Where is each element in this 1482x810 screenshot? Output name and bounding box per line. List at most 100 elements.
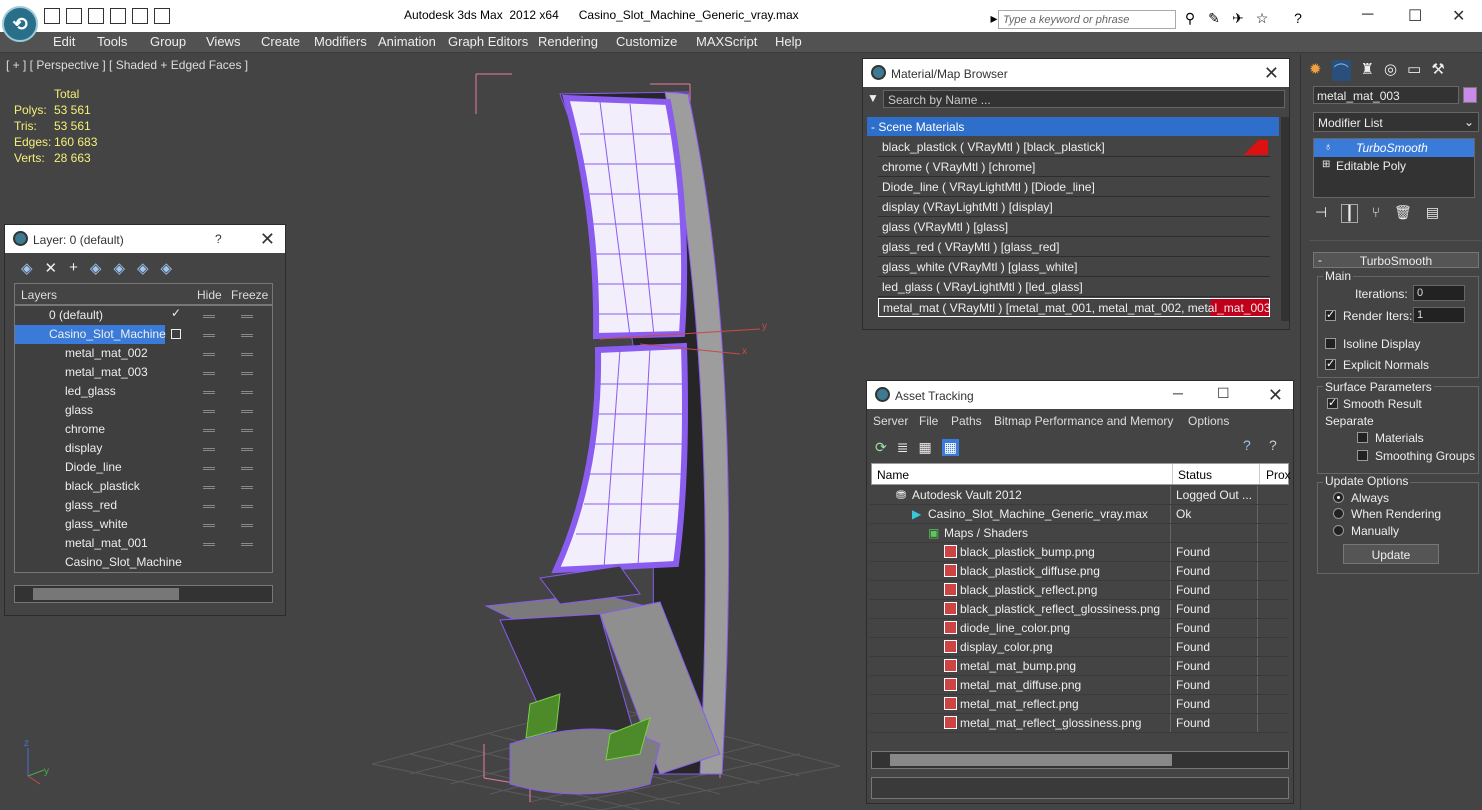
modifier-list-dropdown[interactable]: Modifier List ⌄ (1313, 112, 1479, 132)
menu-customize[interactable]: Customize (616, 34, 677, 49)
favorites-star-icon[interactable]: ☆ (1254, 10, 1270, 26)
project-folder-icon[interactable] (154, 8, 170, 24)
menu-animation[interactable]: Animation (378, 34, 436, 49)
app-logo-icon[interactable]: ⟲ (2, 6, 38, 42)
material-item-selected[interactable]: metal_mat ( VRayMtl ) [metal_mat_001, me… (878, 298, 1270, 317)
col-hide[interactable]: Hide (197, 288, 222, 302)
asset-row[interactable]: black_plastick_reflect_glossiness.png Fou… (870, 600, 1288, 619)
layer-row[interactable]: Casino_Slot_Machine (15, 325, 272, 344)
modify-tab-icon[interactable]: ⌒ (1331, 60, 1351, 81)
active-check-icon[interactable]: ✓ (171, 306, 181, 320)
iterations-spinner[interactable]: 0 (1413, 285, 1465, 301)
tools-icon[interactable]: ✎ (1206, 10, 1222, 26)
asset-menu-options[interactable]: Options (1188, 414, 1229, 428)
layer-row[interactable]: glass_white (15, 515, 272, 534)
isoline-display-checkbox[interactable] (1325, 338, 1336, 349)
asset-row[interactable]: diode_line_color.png Found (870, 619, 1288, 638)
manually-radio[interactable] (1333, 525, 1344, 536)
material-item[interactable]: led_glass ( VRayLightMtl ) [led_glass] (878, 278, 1270, 297)
asset-row[interactable]: metal_mat_reflect.png Found (870, 695, 1288, 714)
maximize-icon[interactable]: ☐ (1408, 6, 1422, 26)
menu-tools[interactable]: Tools (97, 34, 127, 49)
asset-menu-server[interactable]: Server (873, 414, 908, 428)
create-layer-icon[interactable]: ◈ (21, 259, 33, 277)
scene-materials-header[interactable]: - Scene Materials (867, 117, 1279, 136)
menu-views[interactable]: Views (206, 34, 240, 49)
menu-help[interactable]: Help (775, 34, 802, 49)
object-color-swatch[interactable] (1463, 87, 1477, 103)
utilities-tab-icon[interactable]: ⚒ (1431, 60, 1444, 81)
material-item[interactable]: glass_red ( VRayMtl ) [glass_red] (878, 238, 1270, 257)
layer-row[interactable]: Diode_line (15, 458, 272, 477)
render-iters-spinner[interactable]: 1 (1413, 307, 1465, 323)
layer-props-icon[interactable] (171, 329, 181, 339)
asset-menu-file[interactable]: File (919, 414, 938, 428)
help-icon[interactable]: ? (215, 232, 222, 246)
delete-layer-icon[interactable]: ✕ (45, 259, 58, 277)
display-tab-icon[interactable]: ▭ (1407, 60, 1421, 81)
turbosmooth-rollout[interactable]: - TurboSmooth (1313, 252, 1479, 268)
layer-row[interactable]: Casino_Slot_Machine (15, 553, 272, 572)
menu-modifiers[interactable]: Modifiers (314, 34, 367, 49)
material-item[interactable]: glass_white (VRayMtl ) [glass_white] (878, 258, 1270, 277)
open-file-icon[interactable] (66, 8, 82, 24)
update-button[interactable]: Update (1343, 544, 1439, 564)
col-proxy[interactable]: Prox (1266, 468, 1291, 482)
hide-all-icon[interactable]: ◈ (137, 259, 149, 277)
layer-hscrollbar[interactable] (14, 585, 273, 603)
menu-edit[interactable]: Edit (53, 34, 75, 49)
help-icon[interactable]: ? (1290, 10, 1306, 26)
asset-row[interactable]: metal_mat_diffuse.png Found (870, 676, 1288, 695)
show-end-result-icon[interactable]: ┃ (1341, 204, 1358, 223)
expand-plus-icon[interactable]: ⊞ (1322, 159, 1330, 170)
layer-row[interactable]: black_plastick (15, 477, 272, 496)
asset-row[interactable]: ▶ Casino_Slot_Machine_Generic_vray.max Ok (870, 505, 1288, 524)
material-scrollbar[interactable] (1281, 117, 1289, 321)
layer-row[interactable]: metal_mat_002 (15, 344, 272, 363)
save-icon[interactable] (88, 8, 104, 24)
hierarchy-tab-icon[interactable]: ♜ (1361, 60, 1374, 81)
refresh-icon[interactable]: ⟳ (875, 439, 887, 456)
close-icon[interactable]: ✕ (1452, 6, 1465, 26)
pin-stack-icon[interactable]: ⊣ (1315, 204, 1327, 223)
asset-row[interactable]: ▣ Maps / Shaders (870, 524, 1288, 543)
thumbnail-view-icon[interactable]: ▦ (918, 439, 931, 456)
configure-sets-icon[interactable]: ▤ (1426, 204, 1439, 223)
layer-row[interactable]: chrome (15, 420, 272, 439)
asset-menu-paths[interactable]: Paths (951, 414, 982, 428)
close-icon[interactable]: ✕ (1264, 63, 1279, 84)
exchange-icon[interactable]: ✈ (1230, 10, 1246, 26)
close-icon[interactable]: ✕ (260, 229, 275, 250)
create-tab-icon[interactable]: ✹ (1309, 60, 1322, 81)
stack-item-turbosmooth[interactable]: TurboSmooth (1314, 139, 1474, 157)
asset-row[interactable]: metal_mat_bump.png Found (870, 657, 1288, 676)
make-unique-icon[interactable]: ⑂ (1372, 204, 1380, 223)
layer-row[interactable]: metal_mat_001 (15, 534, 272, 553)
freeze-all-icon[interactable]: ◈ (161, 259, 173, 277)
help-icon[interactable]: ? (1243, 437, 1251, 453)
col-freeze[interactable]: Freeze (231, 288, 268, 302)
select-objects-icon[interactable]: ◈ (90, 259, 102, 277)
layer-row[interactable]: metal_mat_003 (15, 363, 272, 382)
binoculars-icon[interactable]: ⚲ (1182, 10, 1198, 26)
asset-row[interactable]: black_plastick_reflect.png Found (870, 581, 1288, 600)
smoothing-groups-checkbox[interactable] (1357, 450, 1368, 461)
material-item[interactable]: chrome ( VRayMtl ) [chrome] (878, 158, 1270, 177)
motion-tab-icon[interactable]: ◎ (1384, 60, 1397, 81)
new-file-icon[interactable] (44, 8, 60, 24)
search-input[interactable]: Type a keyword or phrase (998, 10, 1176, 29)
menu-group[interactable]: Group (150, 34, 186, 49)
menu-rendering[interactable]: Rendering (538, 34, 598, 49)
undo-icon[interactable] (110, 8, 126, 24)
menu-maxscript[interactable]: MAXScript (696, 34, 757, 49)
menu-create[interactable]: Create (261, 34, 300, 49)
minimize-icon[interactable]: ─ (1173, 385, 1183, 401)
redo-icon[interactable] (132, 8, 148, 24)
when-rendering-radio[interactable] (1333, 508, 1344, 519)
list-view-icon[interactable]: ≣ (897, 439, 909, 456)
render-iters-checkbox[interactable] (1325, 308, 1336, 321)
viewport-label[interactable]: [ + ] [ Perspective ] [ Shaded + Edged F… (6, 58, 248, 72)
object-name-field[interactable]: metal_mat_003 (1313, 86, 1459, 104)
close-icon[interactable]: ✕ (1268, 385, 1283, 406)
browser-options-icon[interactable]: ▼ (867, 91, 879, 105)
